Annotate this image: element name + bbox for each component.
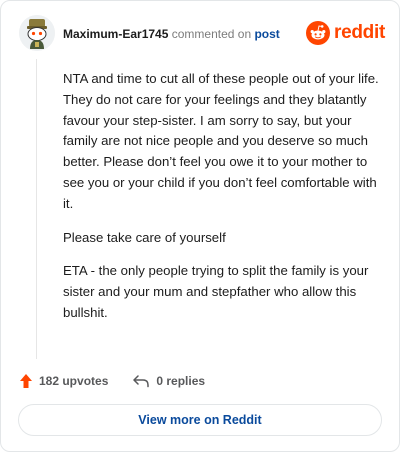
view-more-button[interactable]: View more on Reddit [18,404,382,436]
reddit-logo-icon [306,21,331,45]
author-name[interactable]: Maximum-Ear1745 [63,27,168,41]
comment-paragraph: Please take care of yourself [63,229,226,245]
comment-paragraph: ETA - the only people trying to split th… [63,263,369,320]
replies-button[interactable]: 0 replies [132,374,205,388]
upvote-count: 182 upvotes [39,374,109,388]
view-more-label: View more on Reddit [138,413,262,427]
upvote-button[interactable]: 182 upvotes [19,373,108,389]
reply-count: 0 replies [156,374,206,388]
comment-header: Maximum-Ear1745 commented on post reddit [19,15,385,53]
reply-arrow-icon [133,375,150,388]
post-link[interactable]: post [254,27,279,41]
snoo-avatar-icon [19,15,55,51]
author-line: Maximum-Ear1745 commented on post [63,27,280,41]
comment-paragraph: NTA and time to cut all of these people … [63,71,379,211]
comment-body: NTA and time to cut all of these people … [63,69,383,337]
user-avatar[interactable] [19,15,55,51]
comment-actions: 182 upvotes 0 replies [19,371,205,391]
thread-line [36,59,37,359]
reddit-brand[interactable]: reddit [306,19,385,47]
comment-verb: commented on [171,27,252,41]
upvote-arrow-icon [20,374,32,388]
reddit-wordmark: reddit [334,22,385,43]
comment-embed-card: Maximum-Ear1745 commented on post reddit… [0,0,400,452]
